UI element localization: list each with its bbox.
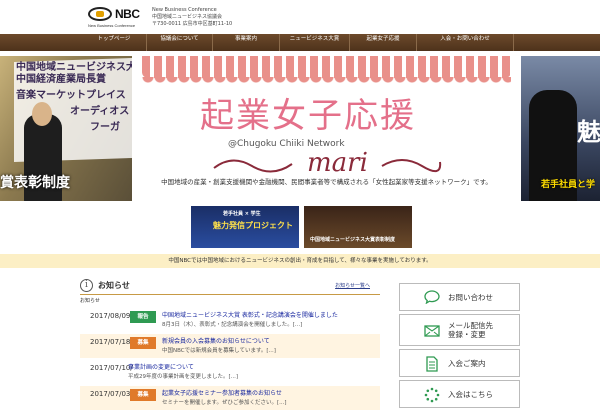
slide-award-left[interactable]: 中国地域ニュービジネス大賞 中国経済産業局長賞 音楽マーケットプレイス オーディ… [0, 56, 132, 201]
contact-button[interactable]: お問い合わせ [399, 283, 520, 311]
mail-register-label: メール配信先 登録・変更 [448, 321, 493, 339]
slide-kanji: 魅 [577, 118, 600, 146]
mari-script-logo: mari [213, 148, 442, 176]
news-item-title[interactable]: 新規会員の入会募集のお知らせについて [162, 336, 377, 345]
speaker-head [32, 102, 52, 126]
nav-item-join[interactable]: 入会・お問い合わせ [417, 34, 514, 51]
slide-caption: 若手社員と学 [541, 180, 596, 190]
news-date: 2017/07/18/ [90, 338, 133, 346]
speech-bubble-icon [424, 290, 440, 304]
news-item[interactable]: 2017/07/10/ 事業計画の変更について 平成29年度の事業計画を変更しま… [80, 360, 380, 384]
header-info-line: New Business Conference [152, 7, 217, 13]
slide-title: 起業女子応援 [200, 96, 416, 136]
news-item-title[interactable]: 起業女子応援セミナー参加者募集のお知らせ [162, 388, 377, 397]
news-tag: 報告 [130, 311, 156, 323]
mail-register-button[interactable]: メール配信先 登録・変更 [399, 314, 520, 346]
thumb-subtitle: 魅力発信プロジェクト [213, 221, 293, 230]
award-line: 音楽マーケットプレイス [16, 90, 126, 101]
nav-item-award[interactable]: ニュービジネス大賞 [280, 34, 350, 51]
join-button[interactable]: 入会はこちら [399, 380, 520, 408]
thumb-award-program[interactable]: 中国地域ニュービジネス大賞表彰制度 [304, 206, 412, 248]
news-item[interactable]: 2017/07/18/ 募集 新規会員の入会募集のお知らせについて 中国NBCで… [80, 334, 380, 358]
news-more-link[interactable]: お知らせ一覧へ [335, 282, 370, 289]
awning-decoration [142, 56, 511, 83]
logo-text: NBC [115, 7, 140, 21]
membership-guide-label: 入会ご案内 [448, 359, 486, 368]
header-info-line: 〒730-0011 広島市中区基町11-10 [152, 21, 233, 27]
news-tag: 募集 [130, 389, 156, 401]
header-info-line: 中国地域ニュービジネス協議会 [152, 14, 223, 20]
notice-bar: 中国NBCでは中国地域におけるニュービジネスの創出・育成を目指して、様々な事業を… [0, 254, 600, 268]
sparkle-circle-icon [424, 387, 440, 403]
news-item-title[interactable]: 事業計画の変更について [128, 362, 343, 371]
slide-caption: 賞表彰制度 [0, 175, 70, 191]
contact-label: お問い合わせ [448, 293, 493, 302]
award-line: オーディオストック [70, 106, 132, 117]
document-icon [426, 356, 438, 372]
site-header: NBC New Business Conference New Business… [0, 0, 600, 34]
info-icon: i [80, 279, 93, 292]
news-item-summary: 8月3日（木）、表彰式・記念講演会を開催しました。[...] [162, 322, 303, 328]
news-tag: 募集 [130, 337, 156, 349]
logo-subtitle: New Business Conference [88, 23, 136, 28]
news-item[interactable]: 2017/07/03/ 募集 起業女子応援セミナー参加者募集のお知らせ セミナー… [80, 386, 380, 410]
news-item-summary: 中国NBCでは新規会員を募集しています。[...] [162, 348, 276, 354]
news-item-summary: 平成29年度の事業計画を変更しました。[...] [128, 374, 239, 380]
news-item-summary: セミナーを開催します。ぜひご参加ください。[...] [162, 400, 287, 406]
award-line: 中国経済産業局長賞 [16, 74, 106, 85]
slide-young-workers[interactable]: 魅 若手社員と学 [521, 56, 600, 201]
news-header: i お知らせ お知らせ一覧へ [80, 277, 380, 295]
thumb-title: 若手社員 × 学生 [223, 211, 261, 217]
news-item[interactable]: 2017/08/09/ 報告 中国地域ニュービジネス大賞 表彰式・記念講演会を開… [80, 308, 380, 332]
header-info: New Business Conference 中国地域ニュービジネス協議会 〒… [152, 7, 232, 28]
news-item-title[interactable]: 中国地域ニュービジネス大賞 表彰式・記念講演会を開催しました [162, 310, 377, 319]
nav-item-women[interactable]: 起業女子応援 [350, 34, 417, 51]
nav-item-business[interactable]: 事業案内 [213, 34, 280, 51]
slide-women-support[interactable]: 起業女子応援 @Chugoku Chiiki Network mari 中国地域… [138, 56, 515, 201]
nav-item-top[interactable]: トップページ [82, 34, 147, 51]
slide-description: 中国地域の産業・創業支援機関や金融機関、民間事業者等で構成される「女性起業家等支… [161, 178, 492, 186]
sidebar: お問い合わせ メール配信先 登録・変更 入会ご案内 入会はこちら [399, 283, 520, 411]
hero-carousel: 中国地域ニュービジネス大賞 中国経済産業局長賞 音楽マーケットプレイス オーディ… [0, 56, 600, 252]
nav-item-about[interactable]: 協議会について [147, 34, 213, 51]
news-date: 2017/07/03/ [90, 390, 133, 398]
award-line: フーガ [90, 122, 120, 133]
news-date: 2017/07/10/ [90, 364, 133, 372]
envelope-icon [424, 325, 440, 337]
thumb-young-project[interactable]: 若手社員 × 学生 魅力発信プロジェクト [191, 206, 299, 248]
membership-guide-button[interactable]: 入会ご案内 [399, 349, 520, 377]
join-label: 入会はこちら [448, 390, 493, 399]
mari-script: mari [307, 148, 368, 176]
breadcrumb: お知らせ [80, 298, 100, 304]
thumb-title: 中国地域ニュービジネス大賞表彰制度 [310, 237, 396, 243]
main-nav: トップページ 協議会について 事業案内 ニュービジネス大賞 起業女子応援 入会・… [0, 34, 600, 51]
news-title: お知らせ [98, 281, 130, 290]
news-section: i お知らせ お知らせ一覧へ お知らせ 2017/08/09/ 報告 中国地域ニ… [80, 277, 380, 412]
logo-mark-icon [88, 7, 112, 21]
site-logo[interactable]: NBC New Business Conference [88, 7, 144, 28]
news-date: 2017/08/09/ [90, 312, 133, 320]
